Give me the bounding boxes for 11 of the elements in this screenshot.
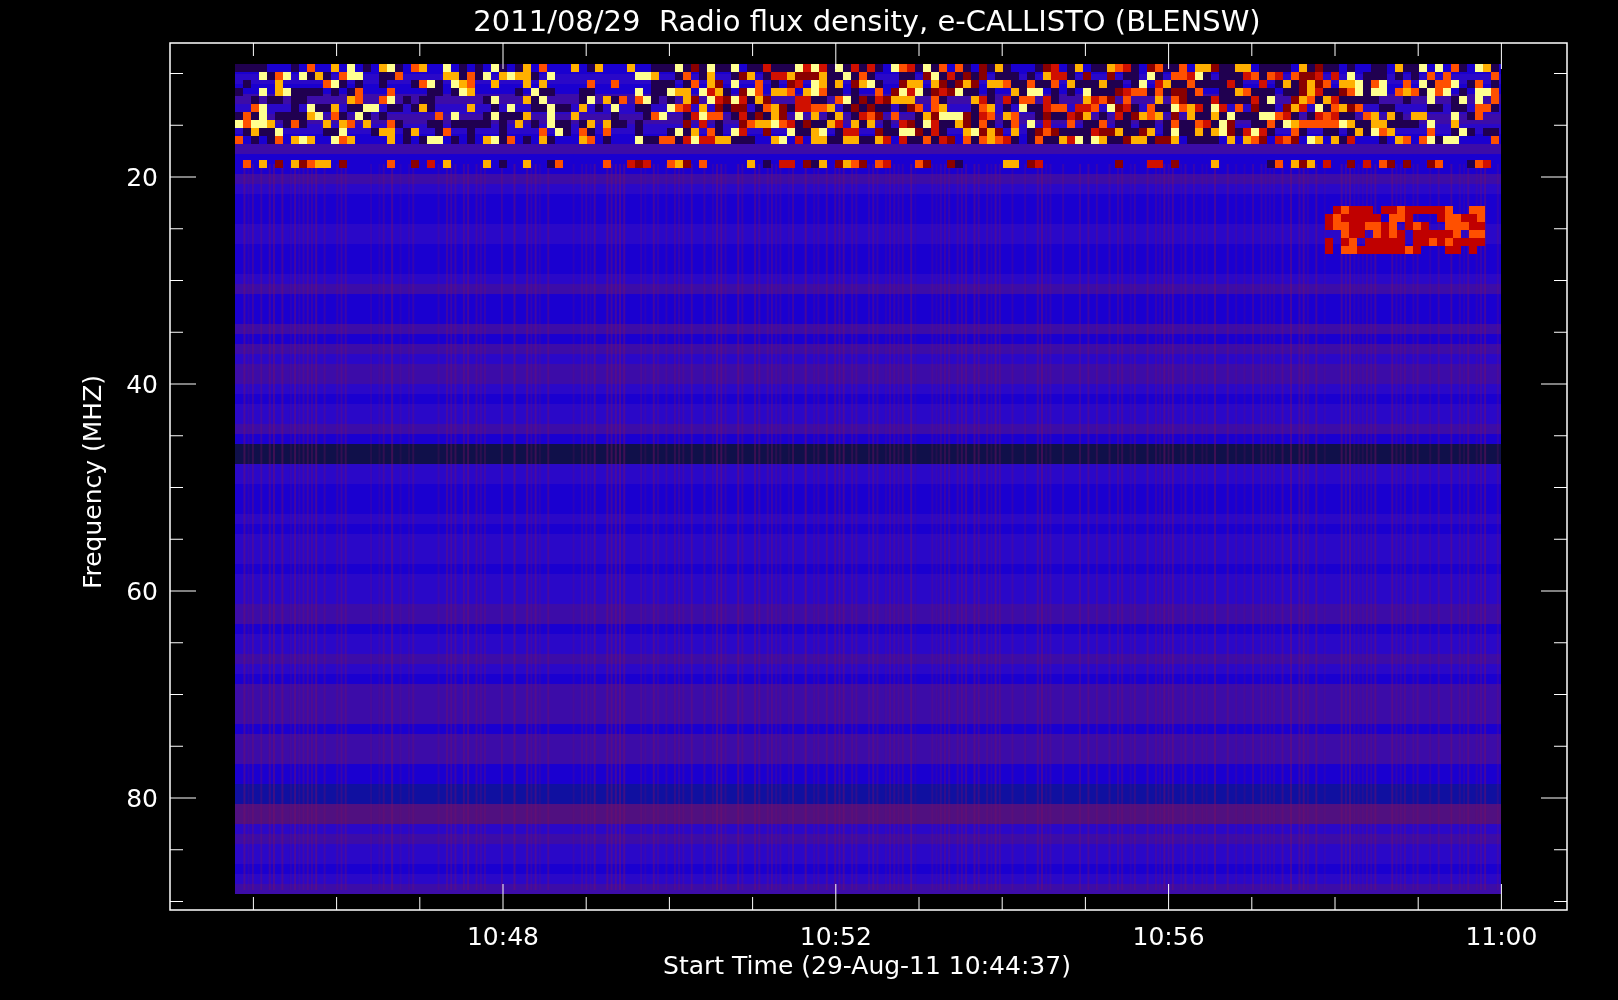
chart-title: 2011/08/29 Radio flux density, e-CALLISTO (BLENSW)	[473, 4, 1261, 38]
y-tick-label: 60	[126, 577, 158, 606]
x-axis-label: Start Time (29-Aug-11 10:44:37)	[663, 951, 1071, 980]
y-axis-label: Frequency (MHZ)	[78, 374, 107, 590]
x-tick-label: 10:48	[467, 922, 539, 951]
x-tick-label: 10:56	[1132, 922, 1205, 951]
y-tick-label: 20	[126, 163, 158, 192]
x-tick-label: 11:00	[1465, 922, 1538, 951]
y-tick-label: 40	[126, 370, 158, 399]
x-tick-label: 10:52	[799, 922, 872, 951]
y-tick-label: 80	[126, 784, 158, 813]
